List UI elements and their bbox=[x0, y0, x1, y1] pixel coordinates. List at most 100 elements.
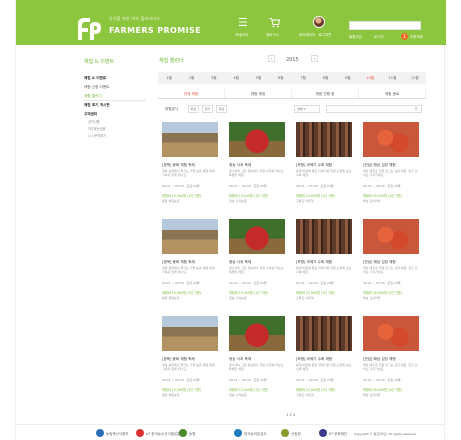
status-tab[interactable]: 체험 진행 중 bbox=[292, 89, 359, 98]
experience-card[interactable]: [경북] 봉화 체험 축제 경북 봉화에서 즐기는 가을 농촌 체험 축제. 가족… bbox=[158, 312, 222, 404]
status-tab[interactable]: 체험 예정 bbox=[225, 89, 292, 98]
experience-image[interactable] bbox=[296, 122, 352, 157]
experience-image[interactable] bbox=[229, 316, 285, 351]
experience-card[interactable]: [전남] 해남 김장 체험 해남 배추로 직접 담그는 김장 체험. 담근 김치는… bbox=[359, 215, 423, 307]
avatar[interactable] bbox=[313, 16, 325, 28]
header-bar: 당신을 위한 약속 팜프라미스 FARMERS PROMISE ☰ 카테고리 장… bbox=[16, 0, 446, 45]
experience-image[interactable] bbox=[363, 219, 419, 254]
sort-popular-button[interactable]: 인기 bbox=[202, 105, 213, 113]
sort-latest-button[interactable]: 최신 bbox=[188, 105, 199, 113]
experience-image[interactable] bbox=[296, 219, 352, 254]
partner-logo-icon[interactable] bbox=[136, 429, 144, 437]
card-price: 체험비 20,000원 (1인 기준) bbox=[296, 291, 336, 295]
card-title[interactable]: [전남] 해남 김장 체험 bbox=[363, 163, 396, 168]
partner-logo-icon[interactable] bbox=[179, 429, 187, 437]
sidebar-subitem[interactable]: 공지사항 bbox=[84, 119, 146, 126]
card-title[interactable]: [전남] 해남 김장 체험 bbox=[363, 260, 396, 265]
sidebar-item[interactable]: 체험 신청 이벤트 bbox=[84, 83, 146, 92]
sort-deadline-button[interactable]: 마감 bbox=[216, 105, 227, 113]
card-title[interactable]: [포항] 과메기 수확 체험 bbox=[296, 260, 332, 265]
sidebar-item[interactable]: 체험 후기 게시판 bbox=[84, 101, 146, 110]
partner-logo-icon[interactable] bbox=[319, 429, 327, 437]
year-prev-button[interactable]: ‹ bbox=[268, 55, 275, 62]
experience-image[interactable] bbox=[162, 316, 218, 351]
month-tab[interactable]: 1월 bbox=[158, 72, 180, 84]
sidebar-item[interactable]: 체험 캘린더 bbox=[84, 92, 146, 101]
status-tab[interactable]: 전체 체험 bbox=[158, 89, 225, 98]
card-title[interactable]: [포항] 과메기 수확 체험 bbox=[296, 357, 332, 362]
sidebar-item[interactable]: 고객센터 bbox=[84, 110, 146, 119]
farmers-promise-logo[interactable] bbox=[74, 14, 104, 44]
sidebar-subitem[interactable]: 자주묻는질문 bbox=[84, 126, 146, 133]
experience-card[interactable]: [포항] 과메기 수확 체험 동해 바람에 말린 과메기를 직접 손질해 보는 수… bbox=[292, 312, 356, 404]
experience-image[interactable] bbox=[229, 122, 285, 157]
card-title[interactable]: [전남] 해남 김장 체험 bbox=[363, 357, 396, 362]
month-tab[interactable]: 6월 bbox=[270, 72, 292, 84]
sidebar-subitem[interactable]: 1:1 문의하기 bbox=[84, 133, 146, 140]
month-tab[interactable]: 11월 bbox=[381, 72, 403, 84]
month-tab[interactable]: 4월 bbox=[225, 72, 247, 84]
user-links[interactable]: 마이페이지 · 로그아웃 bbox=[299, 33, 331, 38]
month-tab[interactable]: 2월 bbox=[180, 72, 202, 84]
order-lookup-link[interactable]: 주문조회 bbox=[410, 35, 423, 40]
experience-image[interactable] bbox=[296, 316, 352, 351]
experience-image[interactable] bbox=[229, 219, 285, 254]
pagination[interactable]: 1 2 3 bbox=[286, 413, 295, 417]
sidebar: 체험 & 이벤트 체험 신청 이벤트 체험 캘린더 체험 후기 게시판 고객센터 공지사항… bbox=[84, 74, 146, 140]
month-tab[interactable]: 8월 bbox=[314, 72, 336, 84]
month-tab[interactable]: 12월 bbox=[404, 72, 426, 84]
card-title[interactable]: [경북] 봉화 체험 축제 bbox=[162, 357, 195, 362]
partner-logo-icon[interactable] bbox=[96, 429, 104, 437]
copyright: Copyright © 팜프라미스 All rights reserved. bbox=[354, 432, 417, 436]
partner-logo-icon[interactable] bbox=[281, 429, 289, 437]
experience-image[interactable] bbox=[162, 219, 218, 254]
experience-card[interactable]: 청송 사과 축제 꿀사과의 고장 청송에서 직접 사과를 따보는 특별한 체험. 0… bbox=[225, 312, 289, 404]
status-tab[interactable]: 체험 종료 bbox=[359, 89, 426, 98]
month-tab[interactable]: 7월 bbox=[292, 72, 314, 84]
experience-card[interactable]: [전남] 해남 김장 체험 해남 배추로 직접 담그는 김장 체험. 담근 김치는… bbox=[359, 312, 423, 404]
card-price: 체험비 10,000원 (1인 기준) bbox=[162, 388, 202, 392]
experience-card[interactable]: [포항] 과메기 수확 체험 동해 바람에 말린 과메기를 직접 손질해 보는 수… bbox=[292, 118, 356, 210]
header-search-input[interactable] bbox=[349, 21, 421, 30]
card-title[interactable]: 청송 사과 축제 bbox=[229, 260, 251, 265]
experience-image[interactable] bbox=[363, 122, 419, 157]
card-price: 체험비 15,000원 (1인 기준) bbox=[229, 388, 269, 392]
menu-icon[interactable]: ☰ bbox=[238, 17, 248, 28]
card-title[interactable]: [경북] 봉화 체험 축제 bbox=[162, 260, 195, 265]
experience-card[interactable]: [경북] 봉화 체험 축제 경북 봉화에서 즐기는 가을 농촌 체험 축제. 가족… bbox=[158, 118, 222, 210]
experience-card[interactable]: [경북] 봉화 체험 축제 경북 봉화에서 즐기는 가을 농촌 체험 축제. 가족… bbox=[158, 215, 222, 307]
experience-image[interactable] bbox=[162, 122, 218, 157]
sidebar-item[interactable]: 체험 & 이벤트 bbox=[84, 74, 146, 83]
card-schedule: 09.21 ~ 09.30 · 모집 20명 bbox=[363, 378, 401, 382]
card-seller: 해남 김치마을 bbox=[363, 199, 381, 203]
sidebar-title: 체험 & 이벤트 bbox=[84, 59, 115, 65]
card-seller: 구룡포 어촌계 bbox=[296, 199, 314, 203]
card-title[interactable]: 청송 사과 축제 bbox=[229, 357, 251, 362]
search-icon[interactable]: ⌕ bbox=[415, 105, 418, 113]
experience-card[interactable]: 청송 사과 축제 꿀사과의 고장 청송에서 직접 사과를 따보는 특별한 체험. 0… bbox=[225, 118, 289, 210]
card-title[interactable]: [경북] 봉화 체험 축제 bbox=[162, 163, 195, 168]
category-select[interactable]: 전체 ▾ bbox=[294, 105, 320, 113]
login-link[interactable]: 로그인 bbox=[374, 35, 384, 40]
signup-link[interactable]: 회원가입 bbox=[349, 35, 362, 40]
month-tab[interactable]: 9월 bbox=[337, 72, 359, 84]
month-tab[interactable]: 3월 bbox=[203, 72, 225, 84]
experience-image[interactable] bbox=[363, 316, 419, 351]
cart-count-badge: 1 bbox=[401, 33, 408, 40]
brand-name[interactable]: FARMERS PROMISE bbox=[109, 26, 201, 35]
card-description: 꿀사과의 고장 청송에서 직접 사과를 따보는 특별한 체험. bbox=[229, 266, 284, 274]
month-tab[interactable]: 5월 bbox=[247, 72, 269, 84]
card-title[interactable]: 청송 사과 축제 bbox=[229, 163, 251, 168]
year-next-button[interactable]: › bbox=[311, 55, 318, 62]
partner-logo-icon[interactable] bbox=[234, 429, 242, 437]
sort-label: 정렬방식 bbox=[165, 107, 178, 111]
search-input[interactable]: ⌕ bbox=[326, 105, 422, 113]
experience-card[interactable]: [전남] 해남 김장 체험 해남 배추로 직접 담그는 김장 체험. 담근 김치는… bbox=[359, 118, 423, 210]
card-title[interactable]: [포항] 과메기 수확 체험 bbox=[296, 163, 332, 168]
experience-card[interactable]: 청송 사과 축제 꿀사과의 고장 청송에서 직접 사과를 따보는 특별한 체험. 0… bbox=[225, 215, 289, 307]
month-tab[interactable]: 10월 bbox=[359, 72, 381, 84]
nav-label-category[interactable]: 카테고리 bbox=[235, 33, 248, 38]
nav-label-cart[interactable]: 장바구니 bbox=[266, 33, 279, 38]
experience-card[interactable]: [포항] 과메기 수확 체험 동해 바람에 말린 과메기를 직접 손질해 보는 수… bbox=[292, 215, 356, 307]
cart-icon[interactable] bbox=[269, 17, 281, 30]
